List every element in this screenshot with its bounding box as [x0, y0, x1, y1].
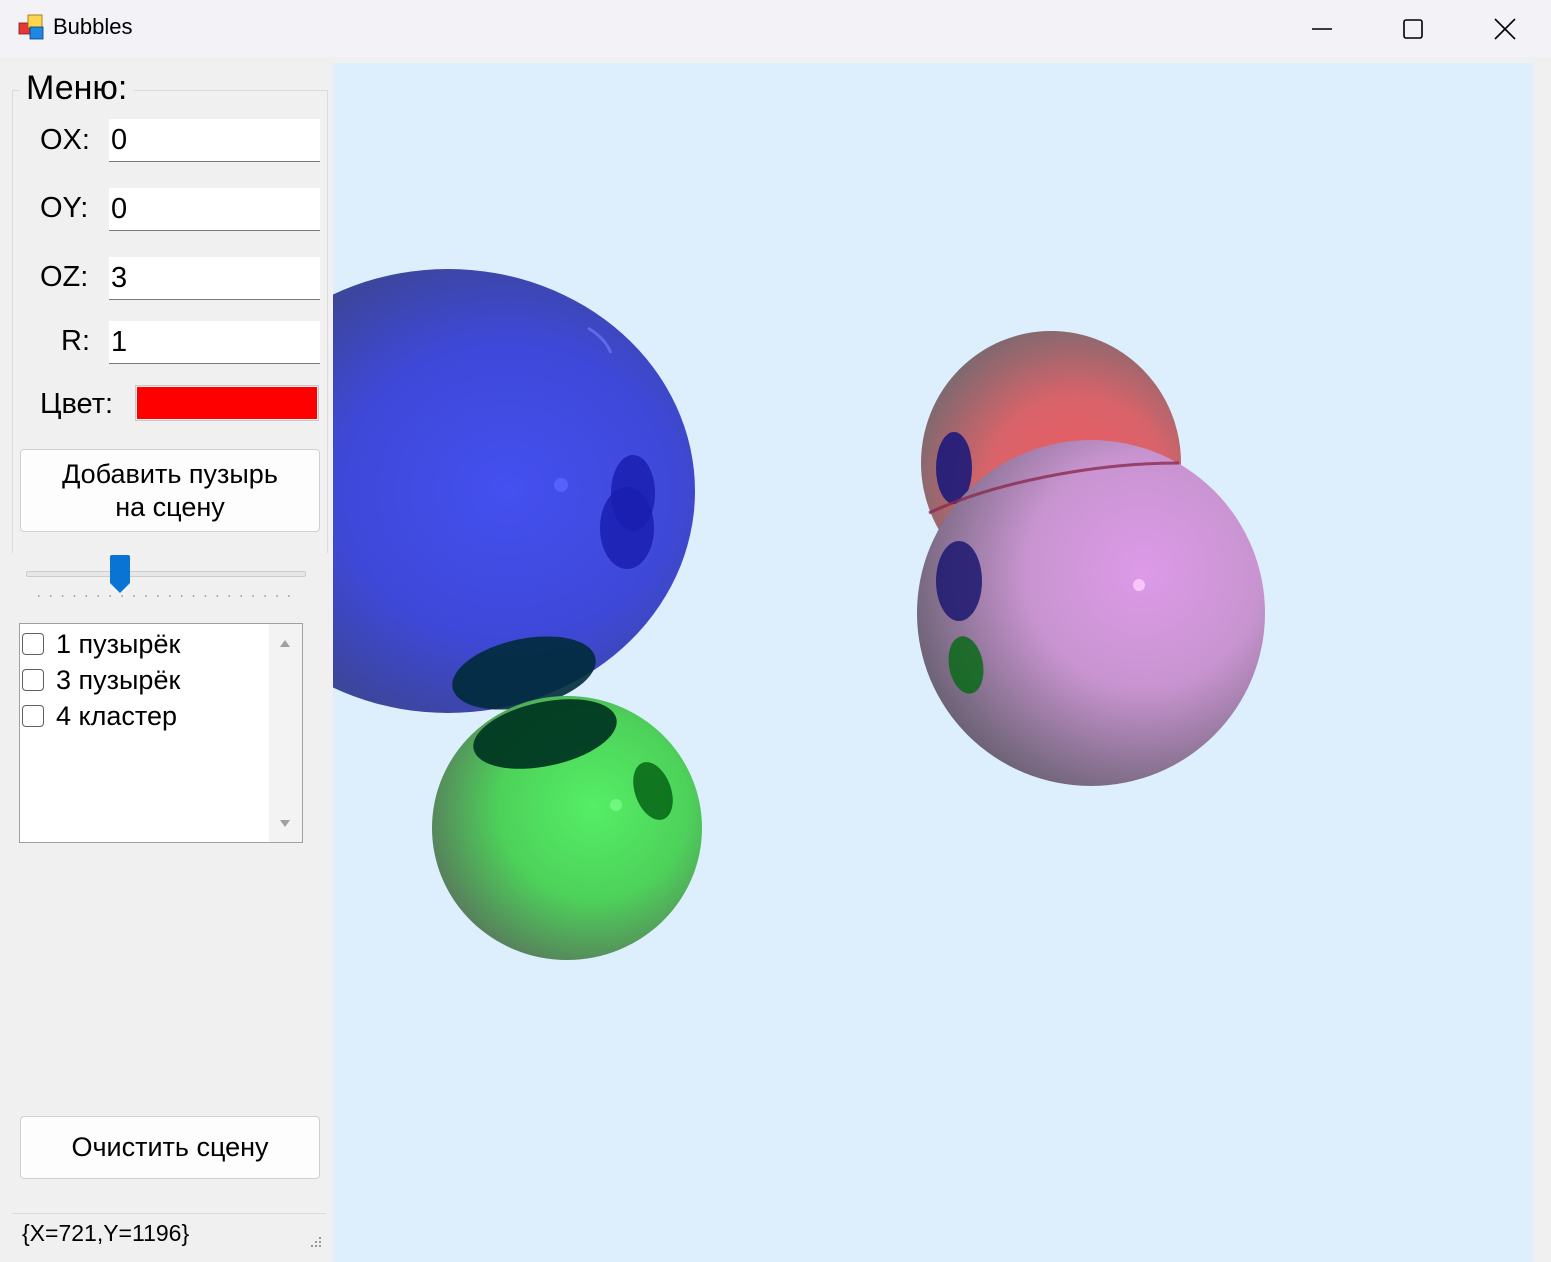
- menu-group-title: Меню:: [20, 69, 134, 108]
- oz-input[interactable]: [109, 257, 320, 300]
- slider-tick: [180, 595, 183, 597]
- app-icon: [18, 14, 44, 40]
- list-item-label: 4 кластер: [56, 700, 177, 731]
- slider-tick: [133, 595, 135, 597]
- maximize-button[interactable]: [1367, 0, 1459, 57]
- slider-tick: [49, 595, 52, 597]
- list-item[interactable]: 3 пузырёк: [22, 662, 180, 698]
- pink-bubble[interactable]: [917, 440, 1265, 786]
- add-bubble-label-line2: на сцену: [115, 491, 225, 522]
- bubble-checklist[interactable]: 1 пузырёк 3 пузырёк 4 кластер: [19, 623, 303, 843]
- r-label: R:: [61, 325, 90, 357]
- color-picker-button[interactable]: [135, 385, 319, 421]
- slider-tick: [252, 595, 254, 597]
- slider-tick: [216, 595, 219, 597]
- slider-tick: [109, 595, 111, 597]
- slider-tick: [192, 595, 195, 597]
- minimize-icon: [1312, 27, 1332, 30]
- list-item[interactable]: 1 пузырёк: [22, 626, 180, 662]
- slider-ticks: [38, 595, 290, 597]
- minimize-button[interactable]: [1276, 0, 1368, 57]
- status-bar: {X=721,Y=1196}: [12, 1213, 326, 1252]
- scroll-down-icon[interactable]: [279, 819, 291, 829]
- blue-bubble[interactable]: [333, 269, 695, 721]
- color-label: Цвет:: [40, 388, 114, 420]
- slider-tick: [204, 595, 207, 597]
- slider-tick: [276, 595, 278, 597]
- title-bar: Bubbles: [0, 0, 1551, 57]
- scroll-up-icon[interactable]: [279, 638, 291, 648]
- slider-tick: [85, 595, 88, 597]
- slider-tick: [240, 595, 242, 597]
- slider-tick: [264, 595, 266, 597]
- slider-thumb[interactable]: [109, 555, 131, 595]
- oy-input[interactable]: [109, 188, 320, 231]
- ox-input[interactable]: [109, 119, 320, 162]
- slider-tick: [145, 595, 147, 597]
- scene-viewport[interactable]: [333, 63, 1533, 1262]
- slider-tick: [121, 595, 123, 597]
- slider-tick: [157, 595, 159, 597]
- slider-tick: [97, 595, 99, 597]
- slider-tick: [38, 595, 40, 597]
- maximize-icon: [1403, 18, 1423, 39]
- list-item-checkbox[interactable]: [22, 633, 44, 655]
- slider-track[interactable]: [26, 571, 306, 577]
- close-icon: [1494, 17, 1516, 40]
- color-swatch-fill: [137, 387, 317, 419]
- clear-scene-button[interactable]: Очистить сцену: [20, 1116, 320, 1179]
- r-input[interactable]: [109, 321, 320, 364]
- close-button[interactable]: [1459, 0, 1551, 57]
- list-scrollbar[interactable]: [269, 624, 302, 842]
- app-window: Bubbles Меню: OX: OY: OZ: R:: [0, 0, 1551, 1262]
- add-bubble-button[interactable]: Добавить пузырь на сцену: [20, 449, 320, 532]
- ox-label: OX:: [40, 124, 90, 156]
- list-item-label: 1 пузырёк: [56, 628, 181, 659]
- scene-canvas[interactable]: [333, 63, 1533, 1262]
- list-item-checkbox[interactable]: [22, 669, 44, 691]
- slider-tick: [61, 595, 64, 597]
- cursor-coordinates: {X=721,Y=1196}: [22, 1220, 190, 1246]
- clear-scene-label: Очистить сцену: [71, 1132, 269, 1163]
- slider-tick: [73, 595, 76, 597]
- oy-label: OY:: [40, 192, 89, 224]
- slider-tick: [169, 595, 171, 597]
- window-title: Bubbles: [53, 14, 133, 39]
- resize-grip-icon[interactable]: [310, 1236, 322, 1248]
- slider-tick: [288, 595, 290, 597]
- list-item-checkbox[interactable]: [22, 705, 44, 727]
- green-bubble[interactable]: [432, 688, 702, 960]
- add-bubble-label-line1: Добавить пузырь: [62, 459, 278, 490]
- list-item[interactable]: 4 кластер: [22, 698, 177, 734]
- list-item-label: 3 пузырёк: [56, 664, 181, 695]
- slider-tick: [228, 595, 230, 597]
- oz-label: OZ:: [40, 261, 89, 293]
- left-panel: Меню: OX: OY: OZ: R: Цвет: Добавить пузы…: [0, 57, 330, 1262]
